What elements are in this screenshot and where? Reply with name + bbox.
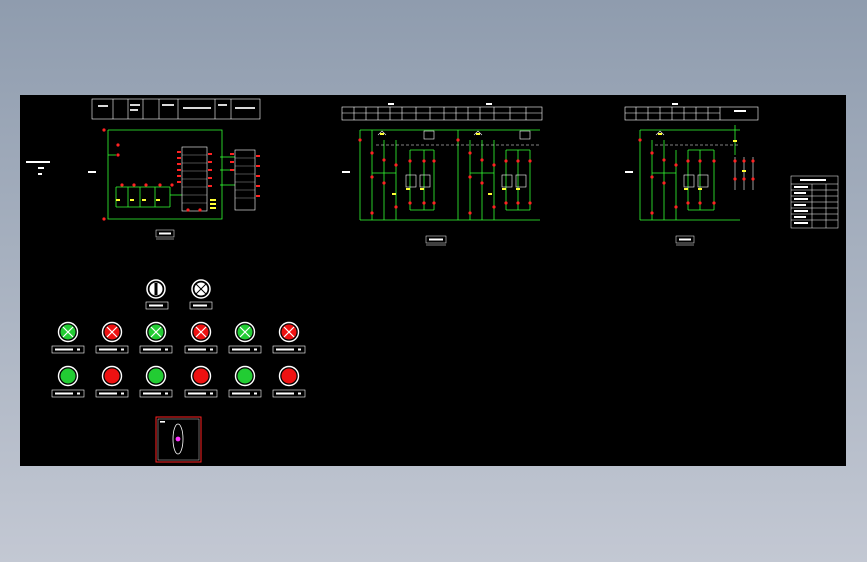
pilot-lamp-red-2[interactable]: [95, 365, 129, 398]
panel-plc-wiring: [26, 98, 261, 240]
pilot-lamp-green-3[interactable]: [139, 365, 173, 398]
legend-table: [790, 175, 839, 229]
pilot-lamp-red-6[interactable]: [272, 365, 306, 398]
selector-switch[interactable]: [145, 279, 169, 310]
title-block-3: [624, 106, 759, 121]
pushbutton-green-1[interactable]: [51, 321, 85, 354]
pushbutton-green-5[interactable]: [228, 321, 262, 354]
panel-control-circuit: [341, 103, 543, 246]
title-block-2: [341, 106, 543, 121]
pilot-lamp-green-5[interactable]: [228, 365, 262, 398]
title-block-1: [91, 98, 261, 120]
panel-auxiliary-circuit: [624, 103, 759, 246]
operator-panel: [51, 279, 306, 463]
pilot-lamp-red-4[interactable]: [184, 365, 218, 398]
pushbutton-red-6[interactable]: [272, 321, 306, 354]
pushbutton-green-3[interactable]: [139, 321, 173, 354]
electrical-schematic: [26, 98, 839, 463]
pilot-lamp-green-1[interactable]: [51, 365, 85, 398]
emergency-stop-lamp[interactable]: [189, 279, 213, 310]
emergency-stop-housing[interactable]: [155, 416, 202, 463]
cad-drawing-canvas[interactable]: [20, 95, 846, 466]
pushbutton-red-2[interactable]: [95, 321, 129, 354]
pushbutton-red-4[interactable]: [184, 321, 218, 354]
indicator-lamp-grid: [51, 321, 306, 398]
